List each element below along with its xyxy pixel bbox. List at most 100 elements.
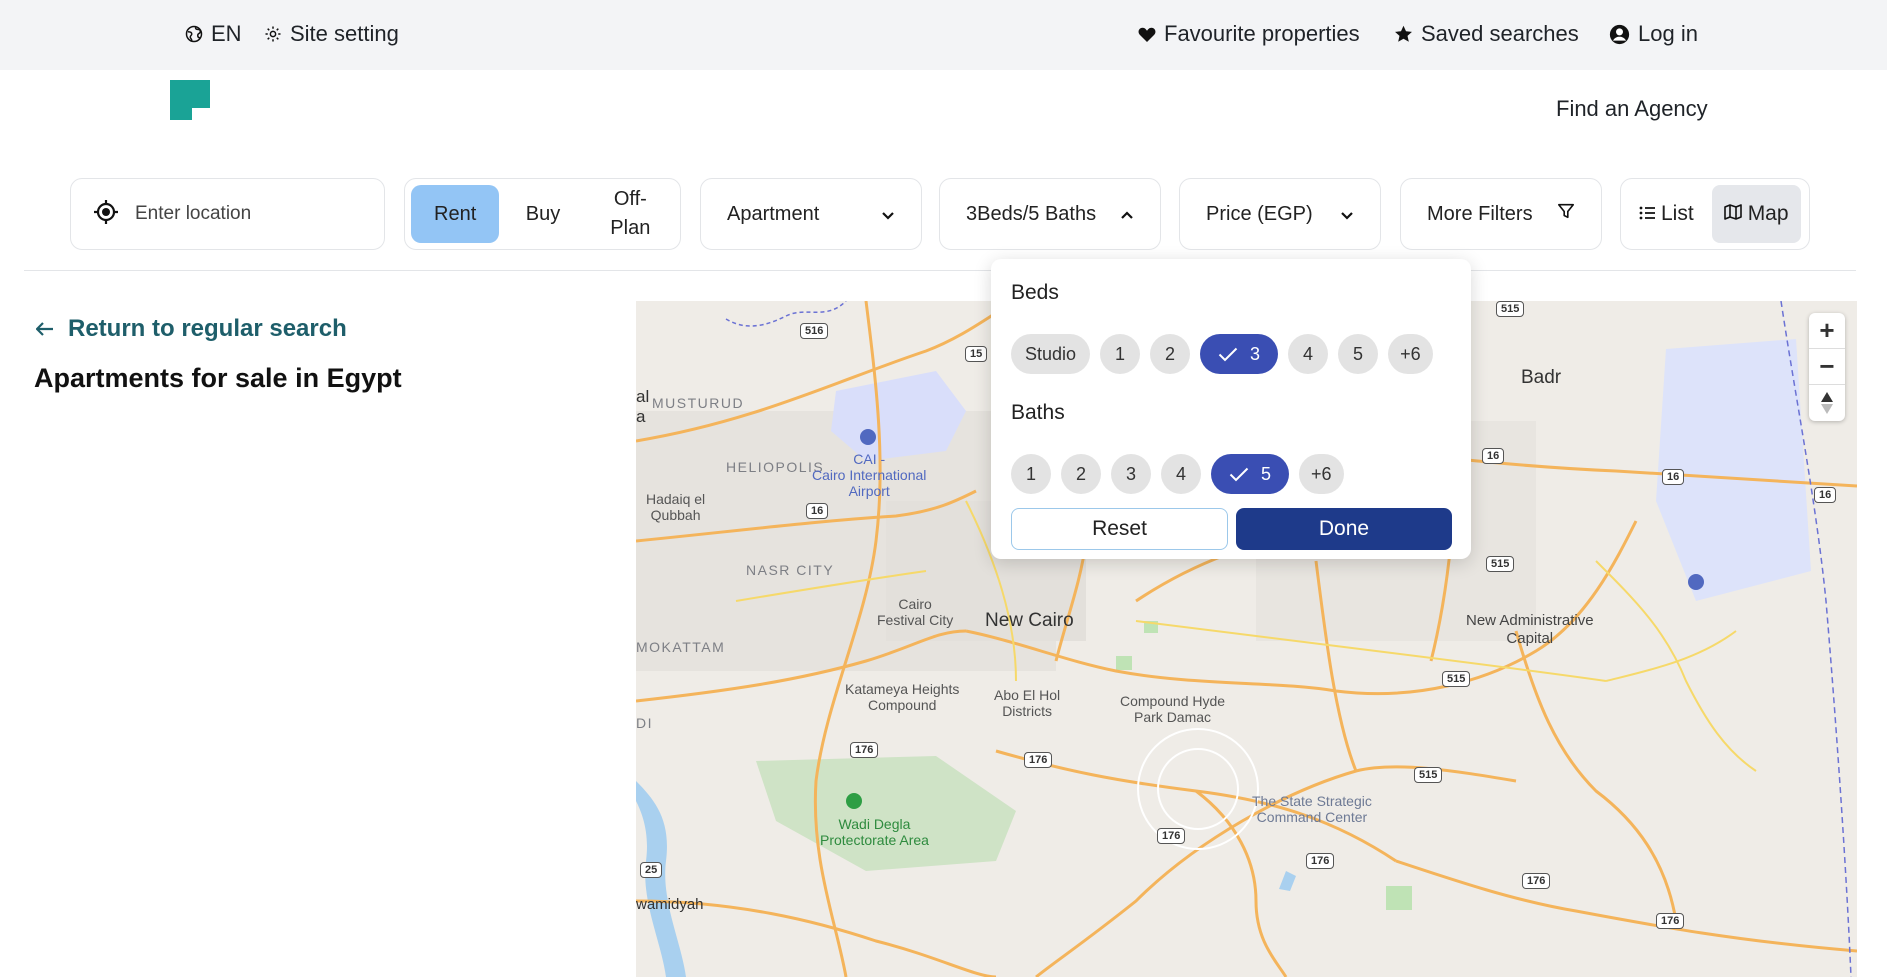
beds-section-title: Beds [1011, 281, 1059, 304]
map-label-abo-el-hol: Abo El Hol Districts [994, 687, 1060, 719]
map-label-new-cairo: New Cairo [985, 610, 1074, 631]
map-label-hadaiq-line1: Hadaiq el [646, 491, 706, 507]
beds-baths-dropdown[interactable]: 3Beds/5 Baths [939, 178, 1161, 250]
beds-baths-popup: Beds Studio 1 2 3 4 5 +6 Baths 1 2 3 4 5… [991, 259, 1471, 559]
baths-option-3[interactable]: 3 [1111, 454, 1151, 494]
baths-options: 1 2 3 4 5 +6 [1011, 454, 1344, 494]
purpose-rent-button[interactable]: Rent [411, 185, 500, 243]
map-label-cairo-festival: Cairo Festival City [877, 596, 953, 628]
map-label-airport-word: Airport [848, 483, 890, 499]
road-shield: 16 [1482, 448, 1505, 464]
location-input[interactable] [135, 203, 355, 225]
beds-option-1[interactable]: 1 [1100, 334, 1141, 374]
map-label-hadaiq-line2: Qubbah [650, 507, 701, 523]
map-label-musturud: MUSTURUD [652, 395, 745, 411]
locate-icon[interactable] [93, 199, 119, 230]
map-label-airport: CAI - Cairo International Airport [812, 451, 926, 499]
language-label: EN [211, 21, 242, 46]
map-view-button[interactable]: Map [1711, 185, 1801, 243]
map-label-hyde-park: Compound Hyde Park Damac [1120, 693, 1225, 725]
star-icon [1394, 25, 1413, 43]
map-label-nasr-city: NASR CITY [746, 562, 835, 578]
site-setting-link[interactable]: Site setting [264, 20, 399, 48]
baths-option-1[interactable]: 1 [1011, 454, 1051, 494]
header-divider [24, 270, 1856, 271]
favourite-properties-link[interactable]: Favourite properties [1138, 20, 1360, 48]
beds-option-2[interactable]: 2 [1150, 334, 1191, 374]
view-toggle: List Map [1620, 178, 1810, 250]
login-label: Log in [1638, 21, 1698, 46]
baths-option-6-plus[interactable]: +6 [1299, 454, 1344, 494]
gear-icon [264, 25, 282, 43]
zoom-out-button[interactable]: − [1809, 349, 1845, 385]
road-shield: 25 [640, 862, 663, 878]
map-label-wadi-degla: Wadi Degla Protectorate Area [820, 816, 929, 848]
road-shield: 515 [1414, 767, 1443, 783]
list-view-button[interactable]: List [1627, 185, 1706, 243]
map-label-edge-a: a [636, 407, 646, 426]
property-type-label: Apartment [727, 202, 820, 225]
chevron-up-icon [1120, 203, 1134, 226]
chevron-down-icon [881, 203, 895, 226]
road-shield: 176 [1306, 853, 1335, 869]
user-icon [1609, 24, 1630, 45]
location-search[interactable] [70, 178, 385, 250]
road-shield: 516 [800, 323, 829, 339]
beds-option-6-plus[interactable]: +6 [1388, 334, 1433, 374]
map-label-wadi-degla-line2: Protectorate Area [820, 832, 929, 848]
map-label-katameya: Katameya Heights Compound [845, 681, 959, 713]
beds-option-3[interactable]: 3 [1200, 334, 1279, 374]
beds-option-4[interactable]: 4 [1288, 334, 1329, 374]
brand-logo[interactable] [170, 80, 210, 120]
site-setting-label: Site setting [290, 21, 399, 46]
map-view-label: Map [1747, 202, 1789, 225]
road-shield: 16 [806, 503, 829, 519]
reset-button[interactable]: Reset [1011, 508, 1228, 550]
baths-section-title: Baths [1011, 401, 1065, 424]
baths-option-5[interactable]: 5 [1211, 454, 1290, 494]
language-selector[interactable]: EN [185, 20, 242, 48]
map-label-new-admin-capital-line2: Capital [1506, 630, 1554, 647]
road-shield: 515 [1486, 556, 1515, 572]
check-icon [1218, 347, 1238, 361]
beds-option-5[interactable]: 5 [1338, 334, 1379, 374]
compass-button[interactable] [1809, 385, 1845, 421]
map-label-airport-code: CAI - [853, 451, 886, 467]
map-label-abo-el-hol-line1: Abo El Hol [994, 687, 1061, 703]
beds-option-studio[interactable]: Studio [1011, 334, 1091, 374]
more-filters-button[interactable]: More Filters [1400, 178, 1602, 250]
map-label-edge-al: al [636, 387, 650, 406]
zoom-in-button[interactable]: + [1809, 313, 1845, 349]
purpose-off-plan-button[interactable]: Off- Plan [587, 185, 674, 243]
map-label-wadi-degla-line1: Wadi Degla [838, 816, 911, 832]
baths-option-4[interactable]: 4 [1161, 454, 1201, 494]
road-shield: 176 [850, 742, 879, 758]
baths-option-2[interactable]: 2 [1061, 454, 1101, 494]
map-label-hyde-park-line1: Compound Hyde [1120, 693, 1226, 709]
property-type-dropdown[interactable]: Apartment [700, 178, 922, 250]
find-agency-link[interactable]: Find an Agency [1556, 96, 1708, 122]
more-filters-label: More Filters [1427, 202, 1533, 225]
filter-funnel-icon [1557, 202, 1575, 226]
map-label-airport-name: Cairo International [812, 467, 927, 483]
return-to-search-label: Return to regular search [68, 315, 347, 342]
road-shield: 15 [965, 346, 988, 362]
road-shield: 176 [1024, 752, 1053, 768]
beds-baths-label: 3Beds/5 Baths [966, 202, 1097, 225]
return-to-search-link[interactable]: Return to regular search [35, 315, 347, 343]
price-label: Price (EGP) [1206, 202, 1313, 225]
done-button[interactable]: Done [1236, 508, 1452, 550]
map-label-command-center-line2: Command Center [1256, 809, 1368, 825]
map-label-edge-di: DI [636, 715, 653, 731]
price-dropdown[interactable]: Price (EGP) [1179, 178, 1381, 250]
road-shield: 176 [1157, 828, 1186, 844]
saved-searches-label: Saved searches [1421, 21, 1579, 46]
map-label-new-admin-capital: New Administrative Capital [1466, 612, 1594, 648]
map-icon [1723, 202, 1742, 226]
login-link[interactable]: Log in [1609, 20, 1698, 48]
chevron-down-icon [1340, 203, 1354, 226]
list-icon [1639, 202, 1655, 226]
saved-searches-link[interactable]: Saved searches [1394, 20, 1579, 48]
purpose-buy-button[interactable]: Buy [499, 185, 586, 243]
road-shield: 16 [1814, 487, 1837, 503]
